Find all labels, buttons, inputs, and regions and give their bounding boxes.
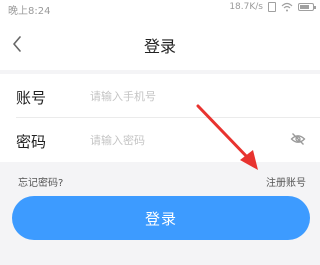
network-speed: 18.7K/s [229, 2, 263, 12]
forgot-password-link[interactable]: 忘记密码? [18, 174, 63, 189]
eye-hidden-icon[interactable] [290, 132, 306, 146]
status-bar: 晚上8:24 18.7K/s [0, 0, 320, 18]
battery-icon [298, 3, 316, 11]
password-input[interactable] [90, 128, 260, 152]
login-button[interactable]: 登录 [12, 196, 310, 240]
password-label: 密码 [16, 133, 47, 151]
wifi-icon [281, 2, 293, 12]
login-screen: 晚上8:24 18.7K/s 登录 账号 密码 [0, 0, 320, 265]
account-input[interactable] [90, 84, 260, 108]
nav-bar: 登录 [0, 18, 320, 70]
account-row: 账号 [0, 74, 320, 118]
links-row: 忘记密码? 注册账号 [0, 170, 320, 190]
password-row: 密码 [0, 118, 320, 162]
account-label: 账号 [16, 89, 47, 107]
status-time: 晚上8:24 [8, 6, 51, 17]
status-indicators: 18.7K/s [229, 2, 316, 12]
register-link[interactable]: 注册账号 [266, 174, 306, 189]
page-title: 登录 [143, 37, 176, 56]
sim-icon [268, 2, 276, 12]
